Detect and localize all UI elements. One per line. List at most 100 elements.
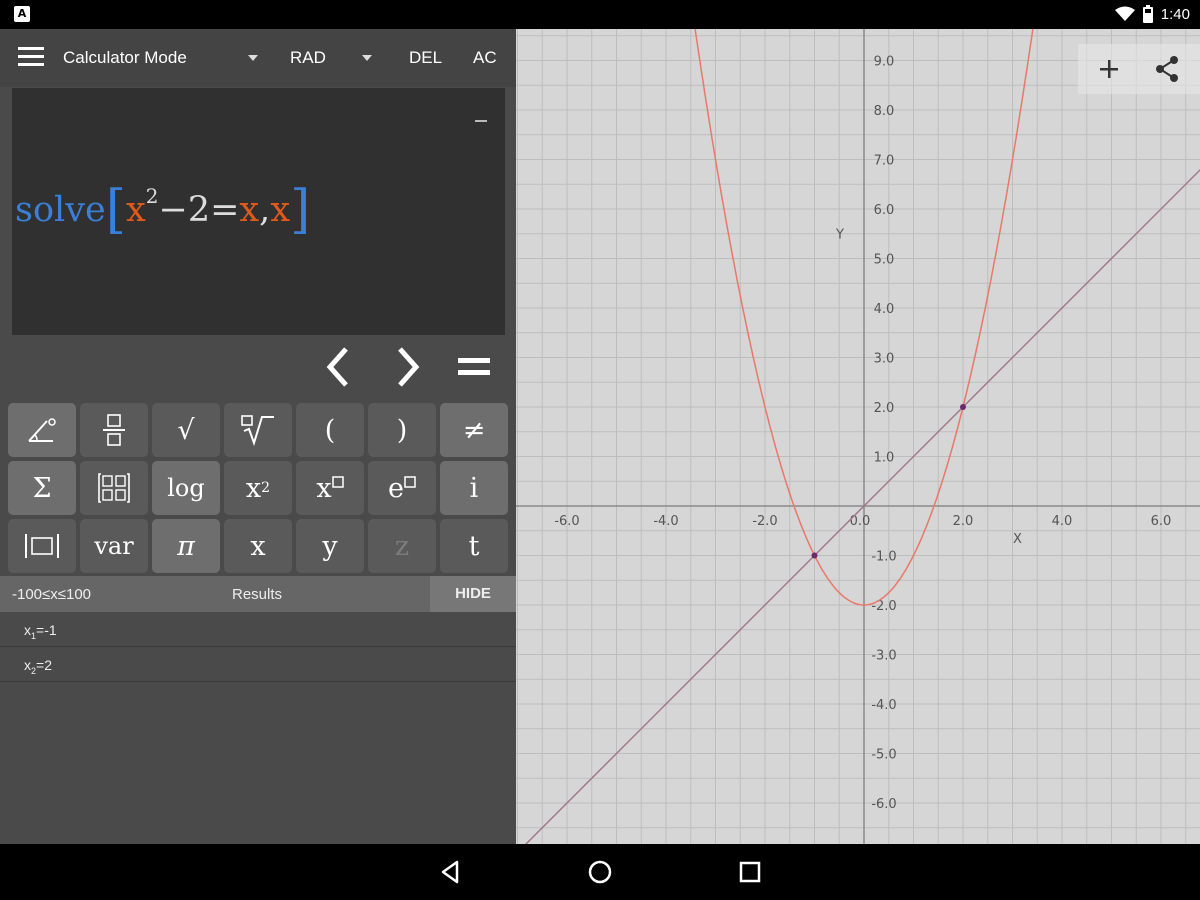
abs-icon (25, 534, 59, 558)
clock: 1:40 (1160, 5, 1190, 23)
exp-key[interactable]: e (368, 461, 436, 515)
chevron-right-icon (398, 347, 420, 387)
notification-icon: A (14, 6, 30, 22)
power-key[interactable]: x (296, 461, 364, 515)
close-paren-key[interactable]: ) (368, 403, 436, 457)
graph-view[interactable]: -6.0 -4.0 -2.0 0.0 2.0 4.0 6.0 9.0 8.0 7.0 6.0 5.0 4… (516, 29, 1200, 844)
y-tick-label: 5.0 (874, 253, 895, 268)
hamburger-menu-icon[interactable] (18, 47, 44, 67)
minimize-icon[interactable] (475, 120, 487, 122)
hide-results-button[interactable]: HIDE (430, 576, 516, 612)
fraction-icon (103, 414, 125, 446)
variable: x (239, 190, 260, 230)
y-tick-label: 9.0 (874, 55, 895, 70)
recents-button[interactable] (736, 858, 764, 886)
intersection-point (811, 552, 818, 559)
expression: solve[x2−2=x,x] (15, 174, 310, 240)
equals-button[interactable] (444, 339, 504, 399)
all-clear-button[interactable]: AC (473, 48, 497, 68)
calculator-panel: Calculator Mode RAD DEL AC solve[x2−2=x,… (0, 29, 516, 844)
chevron-down-icon[interactable] (362, 55, 372, 61)
expression-middle: −2= (158, 190, 240, 230)
exp-base: e (388, 472, 404, 504)
y-tick-label: -3.0 (871, 649, 896, 664)
log-key[interactable]: log (152, 461, 220, 515)
add-function-button[interactable] (1092, 52, 1126, 86)
status-bar: A 1:40 (0, 0, 1200, 29)
x-tick-label: -6.0 (554, 514, 579, 529)
angle-key[interactable] (8, 403, 76, 457)
imaginary-key[interactable]: i (440, 461, 508, 515)
toolbar: Calculator Mode RAD DEL AC (0, 29, 516, 87)
share-icon (1156, 56, 1178, 82)
sqrt-key[interactable]: √ (152, 403, 220, 457)
comma: , (259, 190, 271, 230)
square-base: x (245, 472, 262, 504)
x-tick-label: 2.0 (953, 514, 974, 529)
result-var: x (24, 622, 31, 638)
square-exponent: 2 (261, 480, 271, 496)
abs-key[interactable] (8, 519, 76, 573)
solve-range: -100≤x≤100 (12, 586, 92, 603)
expression-display[interactable]: solve[x2−2=x,x] (12, 88, 505, 335)
y-tick-label: 3.0 (874, 352, 895, 367)
open-bracket: [ (105, 180, 127, 240)
home-icon (588, 860, 612, 884)
results-header: -100≤x≤100 Results HIDE (0, 576, 516, 612)
var-key[interactable]: var (80, 519, 148, 573)
nth-root-key[interactable] (224, 403, 292, 457)
x-tick-label: -2.0 (752, 514, 777, 529)
square-key[interactable]: x2 (224, 461, 292, 515)
intersection-point (960, 404, 966, 410)
y-tick-label: 8.0 (874, 104, 895, 119)
back-button[interactable] (437, 858, 465, 886)
graph-canvas[interactable]: -6.0 -4.0 -2.0 0.0 2.0 4.0 6.09.08.07.06.05.04… (516, 29, 1200, 844)
t-key[interactable]: t (440, 519, 508, 573)
function-name: solve (15, 190, 106, 230)
fraction-key[interactable] (80, 403, 148, 457)
mode-dropdown[interactable]: Calculator Mode (63, 48, 187, 68)
x-tick-label: -4.0 (653, 514, 678, 529)
back-icon (441, 860, 459, 884)
angle-unit-dropdown[interactable]: RAD (290, 48, 326, 68)
share-button[interactable] (1150, 52, 1184, 86)
y-key[interactable]: y (296, 519, 364, 573)
x-key[interactable]: x (224, 519, 292, 573)
result-row[interactable]: x1=-1 (0, 613, 516, 647)
cursor-left-button[interactable] (308, 339, 368, 399)
y-tick-label: -1.0 (871, 550, 896, 565)
result-row[interactable]: x2=2 (0, 648, 516, 682)
y-tick-label: 1.0 (874, 451, 895, 466)
result-value: =-1 (36, 622, 57, 638)
variable: x (126, 190, 146, 230)
status-right: 1:40 (1114, 5, 1190, 23)
y-tick-label: 2.0 (874, 401, 895, 416)
matrix-key[interactable] (80, 461, 148, 515)
home-button[interactable] (586, 858, 614, 886)
exponent: 2 (145, 184, 159, 208)
not-equal-key[interactable]: ≠ (440, 403, 508, 457)
keypad: √ ( ) ≠ Σ log x2 x e i var π x y z t (8, 403, 510, 575)
system-nav-bar (0, 844, 1200, 900)
cursor-nav-row (0, 339, 516, 403)
graph-actions (1078, 44, 1200, 94)
open-paren-key[interactable]: ( (296, 403, 364, 457)
pi-key[interactable]: π (152, 519, 220, 573)
y-tick-label: -4.0 (871, 698, 896, 713)
x-axis-label: X (1013, 532, 1022, 547)
placeholder-box-icon (404, 476, 416, 488)
chevron-down-icon[interactable] (248, 55, 258, 61)
sum-key[interactable]: Σ (8, 461, 76, 515)
x-tick-label: 6.0 (1151, 514, 1172, 529)
function-line-y-equals-x (524, 168, 1200, 844)
close-bracket: ] (290, 180, 311, 240)
results-title: Results (232, 586, 283, 603)
cursor-right-button[interactable] (378, 339, 438, 399)
y-tick-label: 7.0 (874, 154, 895, 169)
y-axis-label: Y (835, 228, 844, 243)
y-tick-label: 4.0 (874, 302, 895, 317)
recents-icon (739, 861, 761, 883)
delete-button[interactable]: DEL (409, 48, 442, 68)
result-var: x (24, 657, 31, 673)
z-key[interactable]: z (368, 519, 436, 573)
